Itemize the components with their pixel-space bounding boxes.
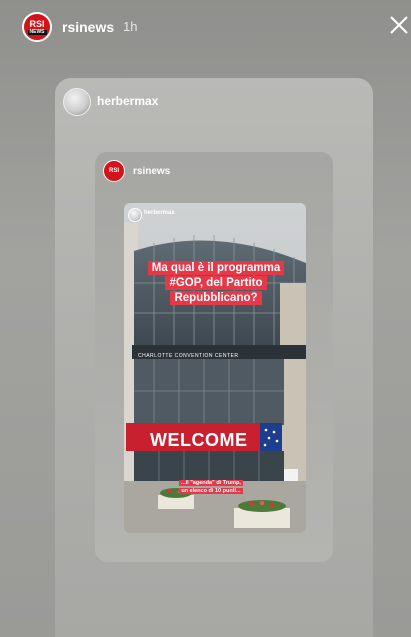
photo-author-avatar	[128, 208, 142, 222]
photo-author-username: herbermax	[144, 210, 175, 216]
story-username[interactable]: rsinews	[62, 19, 114, 35]
close-icon[interactable]	[388, 14, 410, 36]
shared-post-username[interactable]: herbermax	[97, 94, 158, 108]
convention-center-sign: CHARLOTTE CONVENTION CENTER	[138, 353, 239, 359]
story-header: RSI NEWS rsinews 1h	[0, 0, 411, 56]
nested-rsinews-avatar[interactable]: RSI	[103, 160, 125, 182]
rsinews-avatar[interactable]: RSI NEWS	[22, 12, 52, 42]
bottom-caption-text: ...il "agenda" di Trump, un elenco di 10…	[179, 480, 243, 494]
nested-post-username[interactable]: rsinews	[133, 166, 170, 177]
herbermax-avatar[interactable]	[63, 88, 91, 116]
story-timestamp: 1h	[123, 19, 138, 34]
question-text: Ma qual è il programma #GOP, del Partito…	[147, 261, 285, 305]
question-caption: Ma qual è il programma #GOP, del Partito…	[146, 261, 286, 306]
rsi-logo-text: RSI	[29, 18, 45, 29]
bottom-caption: ...il "agenda" di Trump, un elenco di 10…	[176, 479, 246, 495]
story-photo[interactable]: herbermax Ma qual è il programma #GOP, d…	[124, 203, 306, 533]
news-logo-text: NEWS	[27, 28, 47, 35]
welcome-banner-text: WELCOME	[150, 430, 248, 450]
